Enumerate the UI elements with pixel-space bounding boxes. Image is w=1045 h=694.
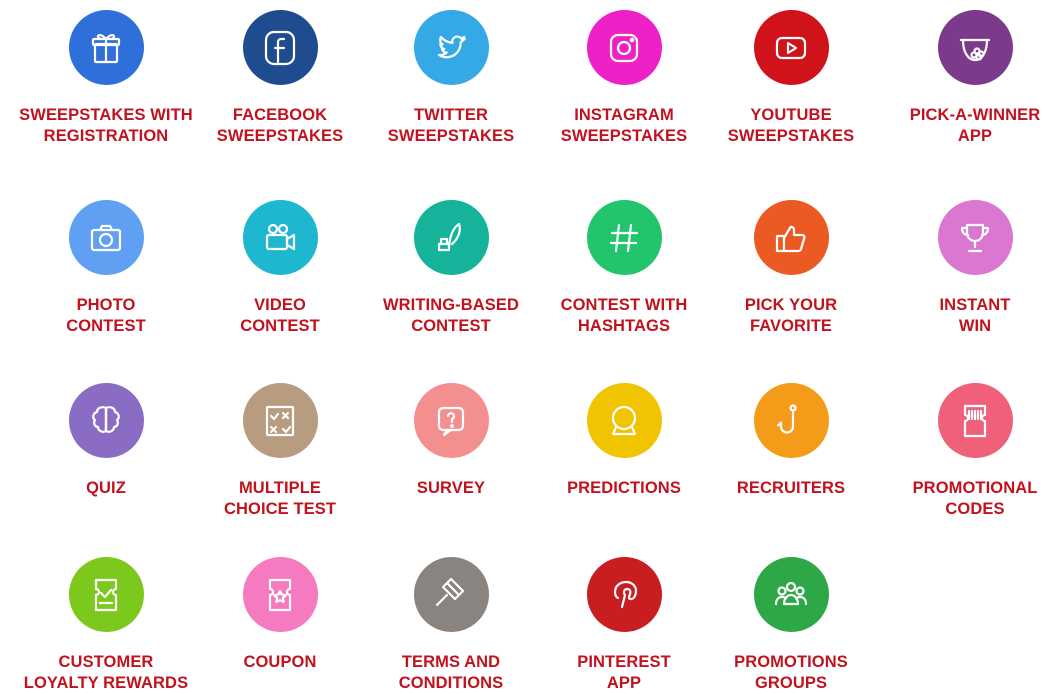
- app-label-line: SWEEPSTAKES: [216, 127, 344, 145]
- app-label: COUPON: [180, 652, 380, 673]
- app-tile-facebook-sweepstakes[interactable]: FACEBOOK SWEEPSTAKES: [180, 10, 380, 147]
- app-tile-photo-contest[interactable]: PHOTO CONTEST: [6, 200, 206, 337]
- app-label: SURVEY: [351, 478, 551, 499]
- check-ticket-icon: [68, 557, 144, 632]
- app-label-line: WRITING-BASED: [382, 296, 520, 314]
- app-label: PROMOTIONS GROUPS: [691, 652, 891, 694]
- thumbs-up-icon: [753, 200, 829, 275]
- app-label: SWEEPSTAKES WITH REGISTRATION: [6, 105, 206, 147]
- app-label-line: CONTEST: [66, 317, 146, 335]
- app-tile-survey[interactable]: SURVEY: [351, 383, 551, 499]
- app-label-line: CONTEST: [411, 317, 491, 335]
- app-label-line: TWITTER: [413, 106, 488, 124]
- brain-icon: [68, 383, 144, 458]
- app-tile-coupon[interactable]: COUPON: [180, 557, 380, 673]
- app-label-line: SWEEPSTAKES WITH: [19, 106, 193, 124]
- hook-icon: [753, 383, 829, 458]
- twitter-icon: [413, 10, 489, 85]
- instagram-icon: [586, 10, 662, 85]
- app-label-line: APP: [957, 127, 993, 145]
- app-label-line: LOYALTY REWARDS: [23, 674, 189, 692]
- app-label: TERMS AND CONDITIONS: [351, 652, 551, 694]
- app-label-line: RECRUITERS: [736, 479, 846, 497]
- app-label: VIDEO CONTEST: [180, 295, 380, 337]
- app-label: PHOTO CONTEST: [6, 295, 206, 337]
- app-label-line: SWEEPSTAKES: [387, 127, 515, 145]
- app-tile-recruiters[interactable]: RECRUITERS: [691, 383, 891, 499]
- app-label: CUSTOMER LOYALTY REWARDS: [6, 652, 206, 694]
- app-tile-youtube-sweepstakes[interactable]: YOUTUBE SWEEPSTAKES: [691, 10, 891, 147]
- app-label-line: PROMOTIONAL: [912, 479, 1038, 497]
- barcode-ticket-icon: [937, 383, 1013, 458]
- app-label-line: PICK YOUR: [744, 296, 838, 314]
- app-tile-promotional-codes[interactable]: PROMOTIONAL CODES: [875, 383, 1045, 520]
- app-label: MULTIPLE CHOICE TEST: [180, 478, 380, 520]
- app-label-line: CUSTOMER: [58, 653, 154, 671]
- app-tile-customer-loyalty[interactable]: CUSTOMER LOYALTY REWARDS: [6, 557, 206, 694]
- app-label: WRITING-BASED CONTEST: [351, 295, 551, 337]
- app-label-line: GROUPS: [754, 674, 828, 692]
- video-camera-icon: [242, 200, 318, 275]
- app-label-line: WIN: [958, 317, 992, 335]
- app-label-line: CONDITIONS: [398, 674, 504, 692]
- app-label-line: INSTANT: [939, 296, 1011, 314]
- app-tile-multiple-choice-test[interactable]: MULTIPLE CHOICE TEST: [180, 383, 380, 520]
- app-label: INSTANT WIN: [875, 295, 1045, 337]
- app-label: PICK-A-WINNER APP: [875, 105, 1045, 147]
- app-tile-instant-win[interactable]: INSTANT WIN: [875, 200, 1045, 337]
- crystal-ball-icon: [586, 383, 662, 458]
- facebook-icon: [242, 10, 318, 85]
- trophy-icon: [937, 200, 1013, 275]
- app-label-line: COUPON: [243, 653, 317, 671]
- app-label-line: YOUTUBE: [750, 106, 832, 124]
- app-label: PROMOTIONAL CODES: [875, 478, 1045, 520]
- gavel-icon: [413, 557, 489, 632]
- app-tile-terms-conditions[interactable]: TERMS AND CONDITIONS: [351, 557, 551, 694]
- question-bubble-icon: [413, 383, 489, 458]
- prize-bowl-icon: [937, 10, 1013, 85]
- app-tile-writing-contest[interactable]: WRITING-BASED CONTEST: [351, 200, 551, 337]
- app-tile-quiz[interactable]: QUIZ: [6, 383, 206, 499]
- apps-grid: SWEEPSTAKES WITH REGISTRATION FACEBOOK SWEE…: [0, 0, 1045, 692]
- app-label-line: PROMOTIONS: [734, 653, 848, 671]
- app-label-line: TERMS AND: [401, 653, 501, 671]
- app-label-line: QUIZ: [86, 479, 126, 497]
- app-label-line: REGISTRATION: [43, 127, 169, 145]
- gift-icon: [68, 10, 144, 85]
- app-tile-promotions-groups[interactable]: PROMOTIONS GROUPS: [691, 557, 891, 694]
- checklist-icon: [242, 383, 318, 458]
- app-label: RECRUITERS: [691, 478, 891, 499]
- app-label-line: FAVORITE: [749, 317, 833, 335]
- app-label-line: CODES: [945, 500, 1005, 518]
- app-label-line: PICK-A-WINNER: [909, 106, 1041, 124]
- app-label-line: VIDEO: [254, 296, 306, 314]
- app-label: FACEBOOK SWEEPSTAKES: [180, 105, 380, 147]
- app-label-line: SURVEY: [416, 479, 486, 497]
- app-tile-video-contest[interactable]: VIDEO CONTEST: [180, 200, 380, 337]
- hashtag-icon: [586, 200, 662, 275]
- app-tile-pick-a-winner[interactable]: PICK-A-WINNER APP: [875, 10, 1045, 147]
- app-label: TWITTER SWEEPSTAKES: [351, 105, 551, 147]
- app-label-line: CHOICE TEST: [223, 500, 337, 518]
- app-tile-twitter-sweepstakes[interactable]: TWITTER SWEEPSTAKES: [351, 10, 551, 147]
- app-label-line: PHOTO: [76, 296, 136, 314]
- app-label-line: MULTIPLE: [238, 479, 322, 497]
- pinterest-icon: [586, 557, 662, 632]
- star-ticket-icon: [242, 557, 318, 632]
- app-label: PICK YOUR FAVORITE: [691, 295, 891, 337]
- quill-ink-icon: [413, 200, 489, 275]
- app-label-line: CONTEST: [240, 317, 320, 335]
- app-label-line: SWEEPSTAKES: [727, 127, 855, 145]
- app-tile-sweepstakes-registration[interactable]: SWEEPSTAKES WITH REGISTRATION: [6, 10, 206, 147]
- app-label: YOUTUBE SWEEPSTAKES: [691, 105, 891, 147]
- app-tile-pick-your-favorite[interactable]: PICK YOUR FAVORITE: [691, 200, 891, 337]
- app-label-line: FACEBOOK: [232, 106, 328, 124]
- youtube-icon: [753, 10, 829, 85]
- camera-icon: [68, 200, 144, 275]
- group-icon: [753, 557, 829, 632]
- app-label: QUIZ: [6, 478, 206, 499]
